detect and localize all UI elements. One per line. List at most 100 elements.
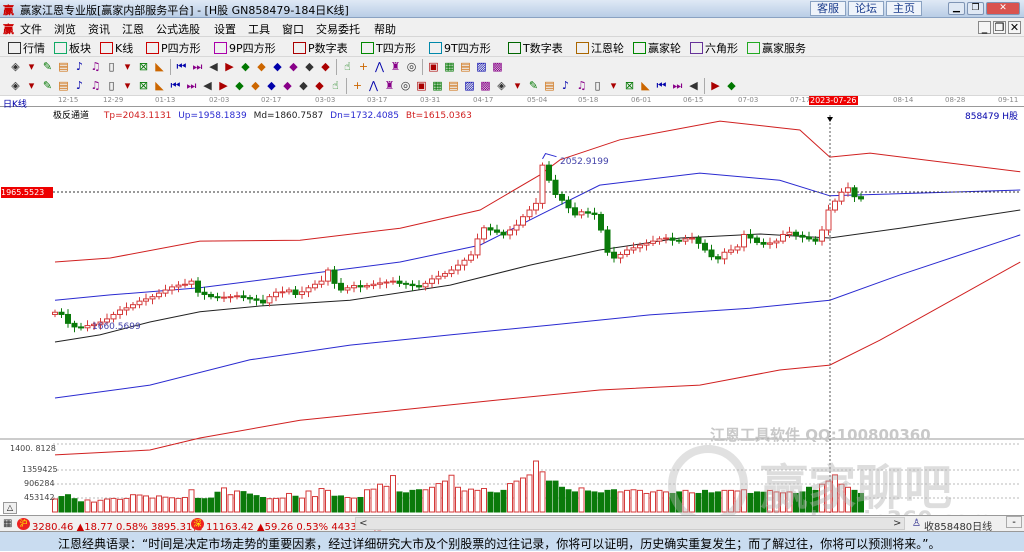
infinity-icon[interactable]: ◆ (724, 78, 739, 93)
grid2-icon[interactable]: ▣ (414, 78, 429, 93)
draw-icon[interactable]: ✎ (40, 59, 55, 74)
toolbar-button[interactable]: 赢家轮 (633, 40, 681, 56)
calculator-icon[interactable]: ▦ (3, 518, 12, 529)
parallel-icon[interactable]: ▾ (24, 78, 39, 93)
wave-icon[interactable]: ◆ (232, 78, 247, 93)
forum-link[interactable]: 论坛 (848, 1, 884, 16)
gann-grid2-icon[interactable]: ▤ (56, 78, 71, 93)
dropdown-icon[interactable]: ▾ (120, 59, 135, 74)
horizontal-scrollbar[interactable]: < > (355, 517, 905, 530)
crosshair-icon[interactable]: + (356, 59, 371, 74)
calculator-icon[interactable]: ▦ (442, 59, 457, 74)
zoom-in-icon[interactable]: ◆ (238, 59, 253, 74)
toolbar-button[interactable]: 赢家服务 (747, 40, 806, 56)
target-icon[interactable]: ⏭ (184, 78, 199, 93)
toolbar-button[interactable]: 行情 (8, 40, 45, 56)
net2-icon[interactable]: ⋀ (366, 78, 381, 93)
toolbar-button[interactable]: 9P四方形 (214, 40, 276, 56)
toolbar-button[interactable]: K线 (100, 40, 133, 56)
toolbar-button[interactable]: 板块 (54, 40, 91, 56)
gold-line-icon[interactable]: ▤ (542, 78, 557, 93)
dropdown-icon[interactable]: ▾ (24, 59, 39, 74)
close-button[interactable]: ✕ (986, 2, 1020, 15)
bars-icon[interactable]: ▨ (462, 78, 477, 93)
mdi-close-button[interactable]: ✕ (1008, 21, 1021, 34)
hand-icon[interactable]: ☝ (340, 59, 355, 74)
price-icon[interactable]: ▯ (104, 78, 119, 93)
arc-icon[interactable]: ♫ (88, 78, 103, 93)
menu-item[interactable]: 窗口 (282, 21, 304, 37)
red-box-icon[interactable]: ◆ (264, 78, 279, 93)
menu-item[interactable]: 江恩 (122, 21, 144, 37)
menu-item[interactable]: 设置 (214, 21, 236, 37)
zigzag-icon[interactable]: ◎ (398, 78, 413, 93)
save-icon[interactable]: ▨ (474, 59, 489, 74)
angle5-icon[interactable]: ⏭ (670, 78, 685, 93)
mdi-minimize-button[interactable]: _ (978, 21, 991, 34)
menu-item[interactable]: 帮助 (374, 21, 396, 37)
percent-line-icon[interactable]: ▾ (510, 78, 525, 93)
fan2-icon[interactable]: ♜ (382, 78, 397, 93)
cursor-icon[interactable]: ▯ (104, 59, 119, 74)
calendar-icon[interactable]: ▣ (426, 59, 441, 74)
time-zone-icon[interactable]: ◆ (280, 78, 295, 93)
gold-circle-icon[interactable]: ✎ (526, 78, 541, 93)
gann-grid-icon[interactable]: ✎ (40, 78, 55, 93)
move-left-icon[interactable]: ◆ (270, 59, 285, 74)
menu-item[interactable]: 工具 (248, 21, 270, 37)
toolbar-button[interactable]: 江恩轮 (576, 40, 624, 56)
customer-service-link[interactable]: 客服 (810, 1, 846, 16)
f-angle-icon[interactable]: ⊠ (622, 78, 637, 93)
speed2-icon[interactable]: ♫ (574, 78, 589, 93)
collapse-button[interactable]: - (1006, 516, 1022, 528)
grid3-icon[interactable]: ▦ (430, 78, 445, 93)
period-day-icon[interactable]: ◈ (8, 59, 23, 74)
minimize-button[interactable]: ▁ (948, 2, 965, 15)
shrink-icon[interactable]: ◆ (318, 59, 333, 74)
export-icon[interactable]: ▩ (490, 59, 505, 74)
toolbar-button[interactable]: 9T四方形 (429, 40, 491, 56)
box-icon[interactable]: ▶ (216, 78, 231, 93)
brain-icon[interactable]: ◎ (404, 59, 419, 74)
menu-item[interactable]: 资讯 (88, 21, 110, 37)
toolbar-button[interactable]: P数字表 (293, 40, 348, 56)
angle3-icon[interactable]: ◣ (638, 78, 653, 93)
expand-icon[interactable]: ◆ (302, 59, 317, 74)
range-icon[interactable]: ◆ (296, 78, 311, 93)
gold2-icon[interactable]: ▯ (590, 78, 605, 93)
ray-icon[interactable]: ☝ (328, 78, 343, 93)
menu-item[interactable]: 公式选股 (156, 21, 200, 37)
percent-fan-icon[interactable]: ▩ (478, 78, 493, 93)
last-icon[interactable]: ⏭ (190, 59, 205, 74)
percent-icon[interactable]: ◈ (494, 78, 509, 93)
notes-icon[interactable]: ▤ (56, 59, 71, 74)
net-icon[interactable]: + (350, 78, 365, 93)
line-tool-icon[interactable]: ⋀ (372, 59, 387, 74)
gann-icon[interactable]: ⊠ (136, 59, 151, 74)
toolbar-button[interactable]: T四方形 (361, 40, 416, 56)
angle6-icon[interactable]: ◀ (686, 78, 701, 93)
menu-item[interactable]: 交易委托 (316, 21, 360, 37)
restore-button[interactable]: ❐ (967, 2, 984, 15)
zoom-out-icon[interactable]: ◆ (254, 59, 269, 74)
fan-icon[interactable]: ◣ (152, 59, 167, 74)
indicator-a-icon[interactable]: ♪ (72, 59, 87, 74)
lines-icon[interactable]: ▤ (446, 78, 461, 93)
indicator-b-icon[interactable]: ♫ (88, 59, 103, 74)
rect-icon[interactable]: ◆ (312, 78, 327, 93)
n2-icon[interactable]: ◣ (152, 78, 167, 93)
cycle-icon[interactable]: ⊠ (136, 78, 151, 93)
pen-icon[interactable]: ◈ (8, 78, 23, 93)
prev-icon[interactable]: ◀ (206, 59, 221, 74)
pattern-icon[interactable]: ♜ (388, 59, 403, 74)
toolbar-button[interactable]: P四方形 (146, 40, 201, 56)
report-icon[interactable]: ▤ (458, 59, 473, 74)
toolbar-button[interactable]: 六角形 (690, 40, 738, 56)
angle2-icon[interactable]: ▾ (606, 78, 621, 93)
red-fan-icon[interactable]: ◆ (248, 78, 263, 93)
first-icon[interactable]: ⏮ (174, 59, 189, 74)
collapse-triangle-button[interactable]: △ (3, 502, 17, 514)
speed-icon[interactable]: ♪ (558, 78, 573, 93)
menu-item[interactable]: 浏览 (54, 21, 76, 37)
angle-icon[interactable]: ⏮ (168, 78, 183, 93)
